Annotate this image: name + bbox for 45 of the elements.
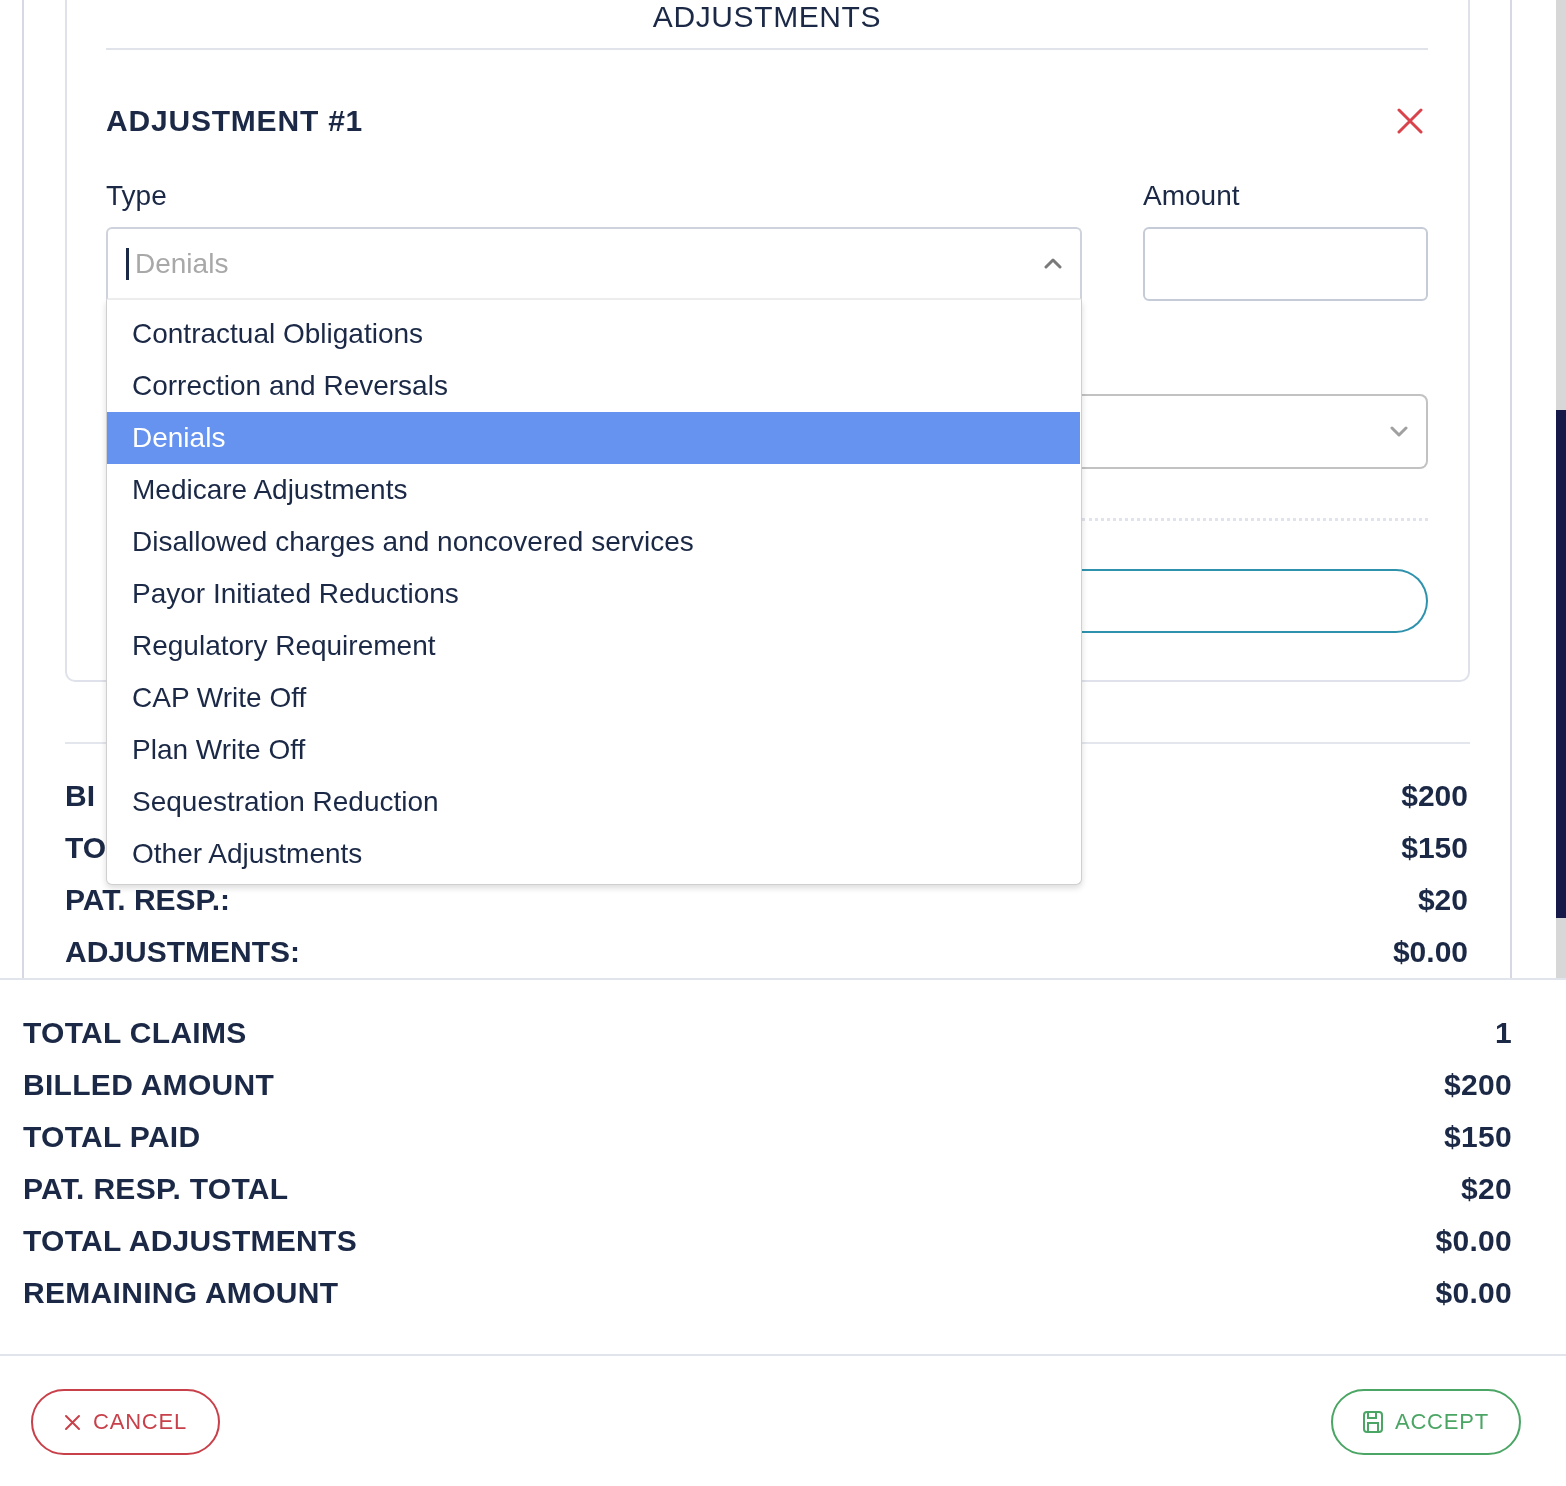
- total-label: TOTAL ADJUSTMENTS: [23, 1223, 357, 1259]
- dropdown-option[interactable]: Correction and Reversals: [107, 360, 1080, 412]
- dropdown-option[interactable]: Contractual Obligations: [107, 308, 1080, 360]
- summary-label: PAT. RESP.:: [65, 886, 231, 914]
- chevron-up-icon: [1044, 257, 1062, 270]
- summary-value: $20: [1417, 886, 1468, 914]
- total-label: BILLED AMOUNT: [23, 1067, 275, 1103]
- total-value: $0.00: [1435, 1223, 1512, 1259]
- total-value: $20: [1461, 1171, 1512, 1207]
- summary-value: $150: [1401, 834, 1468, 862]
- summary-value: $0.00: [1392, 938, 1468, 966]
- field-label: Amount: [1143, 179, 1241, 213]
- dropdown-option[interactable]: Medicare Adjustments: [107, 464, 1080, 516]
- total-value: $150: [1444, 1119, 1512, 1155]
- select-field[interactable]: [1082, 394, 1428, 469]
- summary-label: BI: [65, 782, 95, 810]
- scrollbar[interactable]: [1556, 0, 1566, 978]
- adjustment-title: ADJUSTMENT #1: [106, 103, 364, 139]
- total-value: 1: [1495, 1015, 1512, 1051]
- outlined-button[interactable]: [1082, 569, 1428, 633]
- total-label: TOTAL PAID: [23, 1119, 201, 1155]
- total-label: TOTAL CLAIMS: [23, 1015, 247, 1051]
- section-heading: ADJUSTMENTS: [106, 0, 1428, 50]
- summary-label: TO: [65, 834, 107, 862]
- summary-label: ADJUSTMENTS:: [65, 938, 300, 966]
- total-value: $200: [1444, 1067, 1512, 1103]
- dropdown-option[interactable]: Regulatory Requirement: [107, 620, 1080, 672]
- field-label: Type: [106, 179, 168, 213]
- scrollbar-thumb[interactable]: [1556, 410, 1566, 918]
- dropdown-option[interactable]: Other Adjustments: [107, 828, 1080, 880]
- dropdown-option[interactable]: Sequestration Reduction: [107, 776, 1080, 828]
- dropdown-option[interactable]: CAP Write Off: [107, 672, 1080, 724]
- amount-input[interactable]: [1143, 227, 1428, 301]
- total-label: REMAINING AMOUNT: [23, 1275, 339, 1311]
- close-icon[interactable]: [1397, 108, 1423, 134]
- dropdown-option[interactable]: Payor Initiated Reductions: [107, 568, 1080, 620]
- close-icon: [64, 1413, 81, 1431]
- cancel-button[interactable]: CANCEL: [31, 1389, 221, 1455]
- total-value: $0.00: [1435, 1275, 1512, 1311]
- dropdown-option[interactable]: Disallowed charges and noncovered services: [107, 516, 1080, 568]
- summary-value: $200: [1401, 782, 1468, 810]
- total-label: PAT. RESP. TOTAL: [23, 1171, 289, 1207]
- text-cursor-icon: [126, 247, 129, 280]
- dropdown-option[interactable]: Plan Write Off: [107, 724, 1080, 776]
- chevron-down-icon: [1390, 425, 1408, 438]
